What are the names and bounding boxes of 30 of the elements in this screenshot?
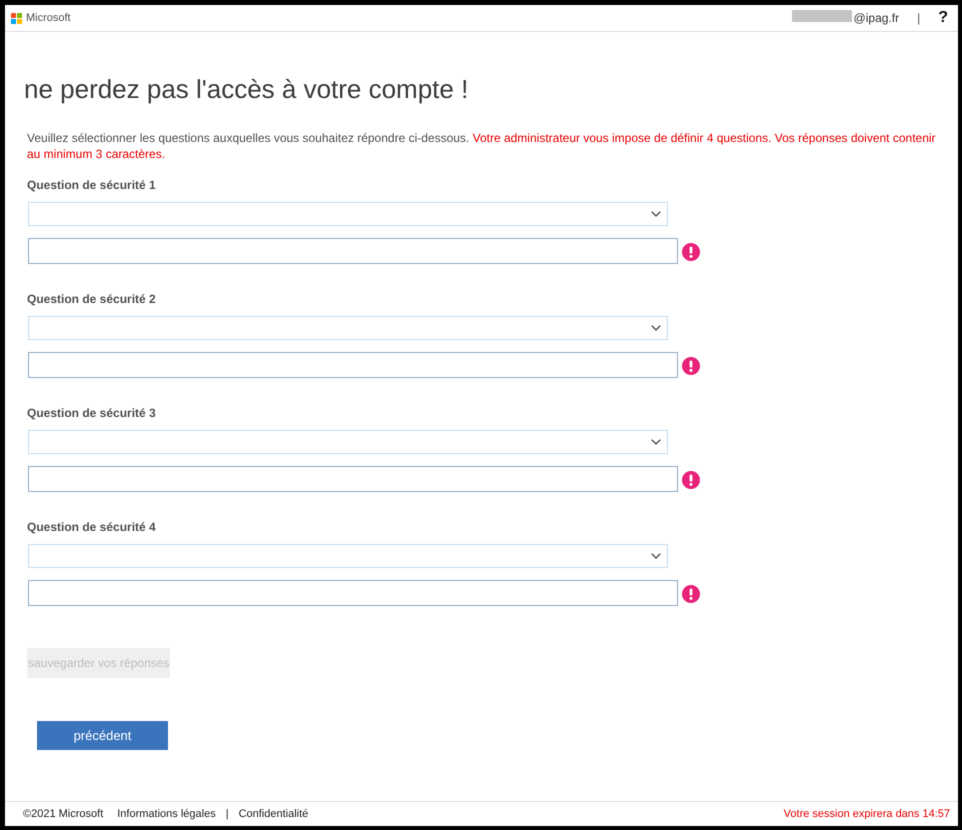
- question-label: Question de sécurité 3: [27, 405, 156, 421]
- chevron-down-icon: [651, 211, 661, 217]
- answer-field[interactable]: [28, 352, 678, 378]
- question-label: Question de sécurité 2: [27, 291, 156, 307]
- chevron-down-icon: [651, 439, 661, 445]
- help-button[interactable]: ?: [936, 9, 950, 27]
- brand-name: Microsoft: [26, 12, 71, 24]
- logo-icon: [11, 12, 22, 24]
- chevron-down-icon: [651, 553, 661, 559]
- page-title: ne perdez pas l'accès à votre compte !: [24, 74, 468, 104]
- question-dropdown[interactable]: [28, 544, 668, 568]
- footer-link[interactable]: Informations légales: [117, 808, 216, 820]
- question-dropdown[interactable]: [28, 430, 668, 454]
- copyright-text: ©2021 Microsoft: [23, 808, 104, 820]
- answer-field[interactable]: [28, 466, 678, 492]
- answer-field[interactable]: [28, 580, 678, 606]
- footer-link[interactable]: Confidentialité: [238, 808, 308, 820]
- question-dropdown[interactable]: [28, 202, 668, 226]
- header-separator: |: [917, 11, 920, 25]
- question-dropdown[interactable]: [28, 316, 668, 340]
- instructions-text: Veuillez sélectionner les questions auxquelles vous souhaitez répondre ci-dessous. Votre administrateur vous impose de définir 4 questions. Vos réponses doivent contenir au minimum 3 caractères.: [27, 130, 936, 162]
- chevron-down-icon: [651, 325, 661, 331]
- redaction-block: [792, 10, 852, 22]
- link-separator: |: [226, 808, 229, 820]
- question-label: Question de sécurité 4: [27, 519, 156, 535]
- back-button[interactable]: précédent: [37, 721, 168, 750]
- account-text: @ipag.fr: [854, 11, 900, 25]
- question-label: Question de sécurité 1: [27, 177, 156, 193]
- answer-field[interactable]: [28, 238, 678, 264]
- session-timer-text: Votre session expirera dans 14:57: [784, 808, 950, 820]
